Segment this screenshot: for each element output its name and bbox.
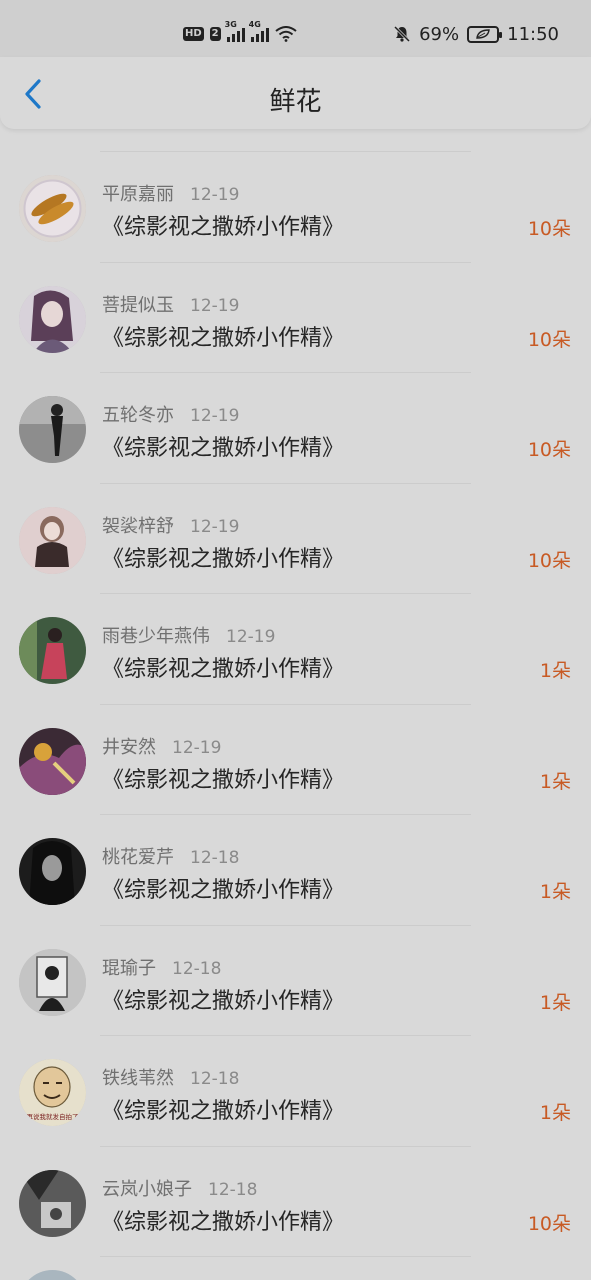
signal-label: 3G <box>224 20 237 29</box>
book-title: 《综影视之撒娇小作精》 <box>102 878 345 903</box>
signal-icon: 3G <box>225 20 245 42</box>
meme-caption: 再说我就发自拍了 <box>27 1112 79 1121</box>
book-title: 《综影视之撒娇小作精》 <box>102 1099 345 1124</box>
gift-date: 12-19 <box>190 406 240 426</box>
book-title: 《综影视之撒娇小作精》 <box>102 215 345 240</box>
mute-bell-icon <box>394 25 411 43</box>
sender-name: 桃花爱芹 <box>102 847 174 868</box>
book-title: 《综影视之撒娇小作精》 <box>102 325 345 351</box>
clock: 11:50 <box>507 23 559 45</box>
leaf-icon <box>476 29 490 39</box>
item-meta: 菩提似玉 12-19 <box>102 291 239 317</box>
gift-date: 12-18 <box>172 958 222 979</box>
book-title: 《综影视之撒娇小作精》 <box>102 1209 345 1235</box>
item-meta: 井安然 12-19 <box>102 733 221 759</box>
gift-date: 12-19 <box>190 516 240 537</box>
divider <box>100 1256 471 1257</box>
top-nav-bar: 鲜花 <box>0 57 591 129</box>
battery-icon <box>467 25 503 43</box>
list-item[interactable]: 平原嘉丽 12-19 《综影视之撒娇小作精》 10朵 <box>0 152 591 263</box>
status-right: 69% 11:50 <box>393 22 559 46</box>
list-item[interactable]: 袈裟梓舒 12-19 《综影视之撒娇小作精》 10朵 <box>0 484 591 594</box>
meme-avatar: 再说我就发自拍了 <box>19 1059 86 1126</box>
book-title: 《综影视之撒娇小作精》 <box>102 988 345 1014</box>
avatar[interactable] <box>19 506 86 574</box>
sender-name: 菩提似玉 <box>102 294 174 316</box>
flower-amount: 1朵 <box>539 770 571 793</box>
avatar[interactable]: 再说我就发自拍了 <box>19 1059 86 1126</box>
flower-gift-list: 平原嘉丽 12-19 《综影视之撒娇小作精》 10朵 菩提似玉 12-19 《综… <box>0 152 591 1257</box>
sim-badge: 2 <box>209 27 221 41</box>
sender-name: 琨瑜子 <box>102 957 156 979</box>
flower-amount: 10朵 <box>527 218 571 240</box>
item-meta: 雨巷少年燕伟 12-19 <box>102 622 275 648</box>
gift-date: 12-19 <box>190 185 240 205</box>
gift-date: 12-18 <box>190 1069 240 1089</box>
avatar[interactable] <box>19 396 86 463</box>
item-meta: 桃花爱芹 12-18 <box>102 843 239 869</box>
list-item[interactable]: 井安然 12-19 《综影视之撒娇小作精》 1朵 <box>0 705 591 815</box>
wifi-icon <box>275 26 297 42</box>
gift-date: 12-18 <box>208 1179 258 1200</box>
list-item[interactable]: 五轮冬亦 12-19 《综影视之撒娇小作精》 10朵 <box>0 373 591 484</box>
list-item[interactable]: 再说我就发自拍了 铁线苇然 12-18 《综影视之撒娇小作精》 1朵 <box>0 1036 591 1147</box>
sender-name: 井安然 <box>102 736 156 758</box>
item-meta: 平原嘉丽 12-19 <box>102 180 239 206</box>
sender-name: 五轮冬亦 <box>102 405 174 426</box>
item-meta: 五轮冬亦 12-19 <box>102 401 239 427</box>
avatar[interactable] <box>19 175 86 242</box>
hd-badge: HD <box>183 27 204 41</box>
item-meta: 云岚小娘子 12-18 <box>102 1175 257 1201</box>
list-item[interactable]: 琨瑜子 12-18 《综影视之撒娇小作精》 1朵 <box>0 926 591 1036</box>
avatar[interactable] <box>19 1270 86 1280</box>
gift-date: 12-19 <box>172 737 222 758</box>
avatar[interactable] <box>19 727 86 795</box>
item-meta: 琨瑜子 12-18 <box>102 954 221 980</box>
sender-name: 袈裟梓舒 <box>102 515 174 537</box>
book-title: 《综影视之撒娇小作精》 <box>102 657 345 682</box>
network-indicators: HD 2 3G 4G <box>183 20 297 46</box>
avatar[interactable] <box>19 838 86 905</box>
flower-amount: 10朵 <box>527 1212 571 1235</box>
list-item[interactable]: 雨巷少年燕伟 12-19 《综影视之撒娇小作精》 1朵 <box>0 594 591 705</box>
sender-name: 平原嘉丽 <box>102 184 174 205</box>
item-meta: 铁线苇然 12-18 <box>102 1064 239 1090</box>
book-title: 《综影视之撒娇小作精》 <box>102 546 345 572</box>
avatar[interactable] <box>19 617 86 684</box>
battery-percent: 69% <box>419 23 460 45</box>
gift-date: 12-19 <box>226 627 276 647</box>
flower-amount: 1朵 <box>539 991 571 1014</box>
avatar[interactable] <box>19 1169 86 1237</box>
flower-amount: 1朵 <box>539 660 571 682</box>
flower-amount: 10朵 <box>527 328 571 351</box>
avatar[interactable] <box>19 948 86 1016</box>
gift-date: 12-18 <box>190 848 240 868</box>
page-title: 鲜花 <box>269 87 322 117</box>
avatar[interactable] <box>19 285 86 353</box>
list-item[interactable]: 桃花爱芹 12-18 《综影视之撒娇小作精》 1朵 <box>0 815 591 926</box>
book-title: 《综影视之撒娇小作精》 <box>102 436 345 461</box>
signal-icon: 4G <box>249 20 269 42</box>
sender-name: 云岚小娘子 <box>102 1178 192 1200</box>
status-bar: HD 2 3G 4G 69% 11:50 <box>0 0 591 57</box>
flower-amount: 1朵 <box>539 1102 571 1124</box>
flower-amount: 1朵 <box>539 881 571 903</box>
item-meta: 袈裟梓舒 12-19 <box>102 512 239 538</box>
flower-amount: 10朵 <box>527 549 571 572</box>
list-item[interactable]: 云岚小娘子 12-18 《综影视之撒娇小作精》 10朵 <box>0 1147 591 1257</box>
gift-date: 12-19 <box>190 295 240 316</box>
sender-name: 铁线苇然 <box>102 1068 174 1089</box>
sender-name: 雨巷少年燕伟 <box>102 626 210 647</box>
book-title: 《综影视之撒娇小作精》 <box>102 767 345 793</box>
signal-label: 4G <box>248 20 261 29</box>
flower-amount: 10朵 <box>527 439 571 461</box>
list-item[interactable]: 菩提似玉 12-19 《综影视之撒娇小作精》 10朵 <box>0 263 591 373</box>
